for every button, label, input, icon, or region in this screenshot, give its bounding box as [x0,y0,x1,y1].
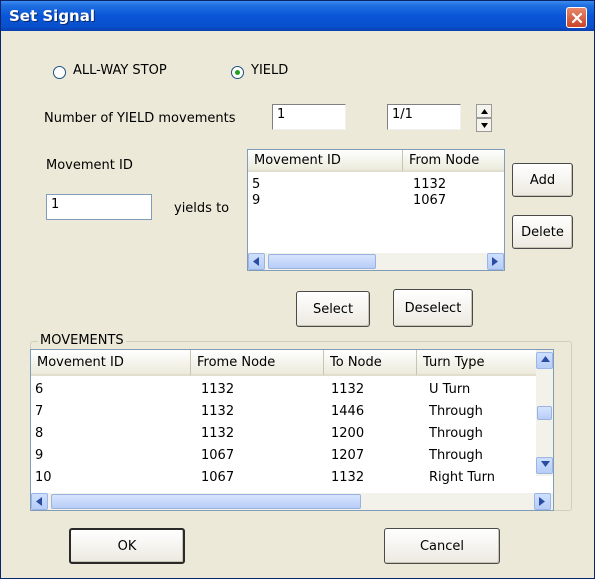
arrow-right-icon [539,497,545,506]
scroll-thumb[interactable] [268,254,376,269]
vscroll-thumb[interactable] [537,406,552,420]
movements-col-turn-type[interactable]: Turn Type [417,350,537,376]
yield-col-from-node[interactable]: From Node [403,150,504,172]
movements-cell: 10 [35,470,52,485]
movements-col-movement-id[interactable]: Movement ID [31,350,191,376]
movements-cell: 8 [35,426,44,441]
yield-row-2-from-node: 1067 [413,193,447,208]
yield-label[interactable]: YIELD [251,63,288,78]
movements-cell: 1067 [201,470,235,485]
movements-cell: Right Turn [429,470,495,485]
scroll-thumb[interactable] [51,494,361,509]
allway-stop-label[interactable]: ALL-WAY STOP [73,63,167,78]
arrow-right-icon [492,257,498,266]
spin-up-button[interactable] [476,104,492,118]
allway-stop-radio[interactable] [53,66,66,79]
deselect-button[interactable]: Deselect [393,289,473,327]
movements-list[interactable]: Movement ID Frome Node To Node Turn Type… [30,349,554,511]
movements-hscrollbar[interactable] [31,493,553,510]
movements-cell: 1446 [331,404,365,419]
movements-cell: Through [429,448,483,463]
scroll-right-button[interactable] [534,493,551,510]
movements-vscrollbar[interactable] [536,350,553,476]
arrow-up-icon [541,356,550,362]
movements-cell: 1132 [331,382,365,397]
yield-count-label: Number of YIELD movements [44,111,236,126]
title-bar[interactable]: Set Signal [1,1,594,31]
add-button[interactable]: Add [512,163,573,197]
movements-cell: 1132 [331,470,365,485]
scroll-up-button[interactable] [536,352,553,369]
scroll-left-button[interactable] [248,253,265,270]
movement-id-label: Movement ID [46,158,133,173]
close-button[interactable] [566,7,587,28]
yield-to-list[interactable]: Movement ID From Node 5 1132 9 1067 [247,149,505,271]
set-signal-dialog: Set Signal ALL-WAY STOP YIELD Number of … [0,0,595,579]
arrow-down-icon [481,123,488,128]
movements-col-to-node[interactable]: To Node [324,350,417,376]
spin-down-button[interactable] [476,118,492,132]
yield-row-2-movement-id: 9 [252,193,261,208]
ok-button[interactable]: OK [69,528,185,564]
movements-cell: Through [429,426,483,441]
yield-page-field: 1/1 [387,104,461,130]
movement-id-input[interactable]: 1 [46,194,152,220]
movements-cell: 6 [35,382,44,397]
scroll-down-button[interactable] [536,457,553,474]
yield-col-movement-id[interactable]: Movement ID [248,150,403,172]
yield-list-hscrollbar[interactable] [248,253,504,270]
delete-button[interactable]: Delete [512,215,573,249]
movements-group-label: MOVEMENTS [38,333,126,348]
yield-row-1-movement-id: 5 [252,177,261,192]
select-button[interactable]: Select [296,291,370,327]
movements-cell: 1207 [331,448,365,463]
cancel-button[interactable]: Cancel [384,528,500,564]
arrow-down-icon [541,461,550,467]
arrow-left-icon [36,497,42,506]
movements-cell: Through [429,404,483,419]
yield-page-spinner [476,104,492,132]
movements-cell: 1132 [201,382,235,397]
scroll-right-button[interactable] [487,253,504,270]
movements-cell: 9 [35,448,44,463]
movements-cell: U Turn [429,382,471,397]
window-title: Set Signal [9,7,95,25]
movements-cell: 1132 [201,404,235,419]
yields-to-label: yields to [174,201,230,216]
movements-col-from-node[interactable]: Frome Node [191,350,324,376]
yield-radio[interactable] [231,66,244,79]
movements-cell: 7 [35,404,44,419]
movements-cell: 1132 [201,426,235,441]
arrow-up-icon [481,109,488,114]
yield-row-1-from-node: 1132 [413,177,447,192]
yield-list-header: Movement ID From Node [248,150,504,172]
close-icon [571,12,583,24]
yield-count-input[interactable]: 1 [272,104,346,130]
movements-cell: 1067 [201,448,235,463]
movements-cell: 1200 [331,426,365,441]
arrow-left-icon [253,257,259,266]
scroll-left-button[interactable] [31,493,48,510]
movements-list-header: Movement ID Frome Node To Node Turn Type [31,350,553,376]
